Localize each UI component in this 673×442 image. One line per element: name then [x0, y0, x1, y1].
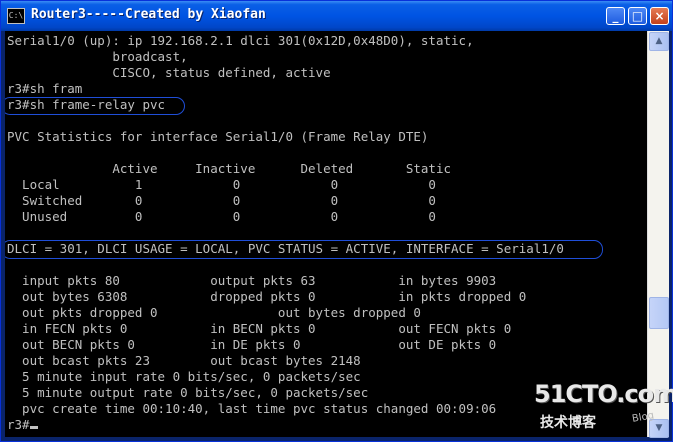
- console-line: out bcast pkts 23 out bcast bytes 2148: [7, 353, 361, 368]
- watermark-blog: Blog: [631, 410, 655, 425]
- console-line: Switched 0 0 0 0: [7, 193, 436, 208]
- console-line: Serial1/0 (up): ip 192.168.2.1 dlci 301(…: [7, 33, 474, 48]
- console-line: input pkts 80 output pkts 63 in bytes 99…: [7, 273, 497, 288]
- console-output[interactable]: Serial1/0 (up): ip 192.168.2.1 dlci 301(…: [5, 31, 647, 437]
- site-watermark: 51CTO.com 技术博客 Blog: [534, 380, 673, 436]
- console-line: Unused 0 0 0 0: [7, 209, 436, 224]
- text-cursor: [29, 426, 38, 429]
- minimize-button[interactable]: _: [606, 7, 625, 25]
- console-window: C:\ Router3-----Created by Xiaofan _ □ ×…: [0, 0, 673, 442]
- console-line: out pkts dropped 0 out bytes dropped 0: [7, 305, 421, 320]
- console-line: 5 minute output rate 0 bits/sec, 0 packe…: [7, 385, 369, 400]
- console-line: PVC Statistics for interface Serial1/0 (…: [7, 129, 429, 144]
- command-prompt-icon[interactable]: C:\: [7, 8, 25, 24]
- console-line: CISCO, status defined, active: [7, 65, 331, 80]
- console-line: out BECN pkts 0 in DE pkts 0 out DE pkts…: [7, 337, 497, 352]
- console-line: out bytes 6308 dropped pkts 0 in pkts dr…: [7, 289, 527, 304]
- console-line: r3#sh frame-relay pvc: [7, 97, 166, 112]
- console-line: r3#sh fram: [7, 81, 83, 96]
- console-line: broadcast,: [7, 49, 188, 64]
- console-text: Serial1/0 (up): ip 192.168.2.1 dlci 301(…: [7, 33, 564, 433]
- console-line: DLCI = 301, DLCI USAGE = LOCAL, PVC STAT…: [7, 241, 564, 256]
- vertical-scrollbar[interactable]: ▲ ▼: [647, 31, 669, 438]
- console-line: in FECN pkts 0 in BECN pkts 0 out FECN p…: [7, 321, 512, 336]
- console-line: 5 minute input rate 0 bits/sec, 0 packet…: [7, 369, 361, 384]
- close-button[interactable]: ×: [650, 7, 669, 25]
- maximize-button[interactable]: □: [628, 7, 647, 25]
- console-line: pvc create time 00:10:40, last time pvc …: [7, 401, 497, 416]
- scroll-thumb[interactable]: [649, 297, 669, 329]
- console-line: Local 1 0 0 0: [7, 177, 436, 192]
- title-bar[interactable]: C:\ Router3-----Created by Xiaofan _ □ ×: [1, 1, 672, 31]
- console-line: r3#: [7, 417, 564, 433]
- watermark-site: 51CTO.com: [534, 380, 673, 408]
- console-line: Active Inactive Deleted Static: [7, 161, 452, 176]
- scroll-up-button[interactable]: ▲: [649, 32, 669, 51]
- window-title: Router3-----Created by Xiaofan: [31, 7, 266, 22]
- watermark-tagline: 技术博客: [540, 415, 596, 431]
